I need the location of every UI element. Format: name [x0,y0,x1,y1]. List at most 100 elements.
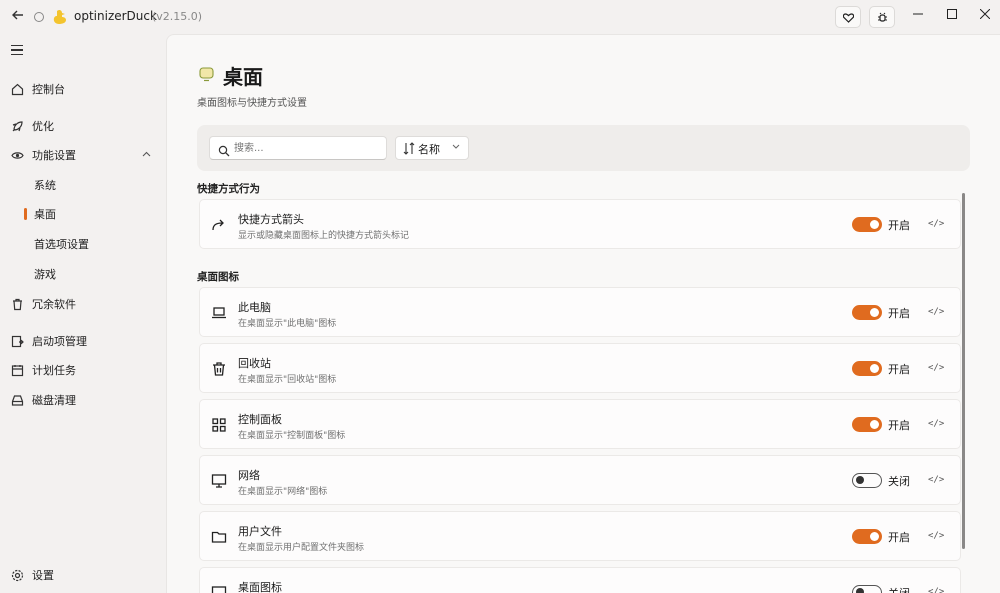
setting-description: 在桌面显示"此电脑"图标 [238,319,337,329]
code-icon[interactable]: </> [928,531,944,541]
maximize-button[interactable] [938,4,966,24]
sidebar-item-label: 冗余软件 [32,298,76,311]
duck-logo-icon [53,9,67,24]
toggle-switch[interactable] [852,473,882,488]
setting-card-desktop-icons: 桌面图标 关闭 </> [199,567,961,593]
chevron-down-icon [452,142,460,151]
chevron-up-icon[interactable] [142,150,151,160]
favorite-button[interactable] [835,6,861,28]
setting-title: 回收站 [238,357,271,370]
search-input[interactable] [234,140,382,156]
calendar-icon [11,364,24,377]
debug-button[interactable] [869,6,895,28]
sidebar-item-features[interactable]: 功能设置 [0,142,166,168]
page-title: 桌面 [223,65,263,89]
sort-icon [403,142,415,155]
refresh-icon[interactable] [34,12,44,22]
sidebar-item-label: 设置 [32,569,54,582]
disk-icon [11,394,24,407]
sidebar-item-bloatware[interactable]: 冗余软件 [0,291,166,317]
bug-icon [877,8,888,27]
eye-icon [11,149,24,162]
sidebar: 控制台 优化 功能设置 系统 桌面 首选项设置 游戏 冗余软件 启动项管理 计划… [0,34,166,593]
setting-title: 快捷方式箭头 [238,213,304,226]
sidebar-item-label: 功能设置 [32,149,76,162]
code-icon[interactable]: </> [928,307,944,317]
code-icon[interactable]: </> [928,219,944,229]
toggle-state-label: 开启 [888,219,910,232]
folder-icon [211,529,227,545]
sidebar-subitem-system[interactable]: 系统 [0,173,166,197]
setting-description: 在桌面显示"网络"图标 [238,487,328,497]
sidebar-item-label: 控制台 [32,83,65,96]
filter-toolbar: 名称 [197,125,970,171]
code-icon[interactable]: </> [928,475,944,485]
sidebar-item-label: 启动项管理 [32,335,87,348]
trash-icon [11,298,24,311]
code-icon[interactable]: </> [928,363,944,373]
setting-description: 在桌面显示"控制面板"图标 [238,431,346,441]
toggle-state-label: 开启 [888,363,910,376]
sort-label: 名称 [418,143,440,156]
sidebar-subitem-desktop[interactable]: 桌面 [0,202,166,226]
code-icon[interactable]: </> [928,419,944,429]
menu-icon[interactable] [11,45,23,55]
close-button[interactable] [971,4,999,24]
toggle-switch[interactable] [852,585,882,593]
redo-arrow-icon [211,217,227,233]
scrollbar[interactable] [962,193,965,549]
grid-icon [211,417,227,433]
monitor-icon [211,473,227,489]
setting-title: 用户文件 [238,525,282,538]
sidebar-subitem-label: 桌面 [34,208,56,221]
toggle-state-label: 关闭 [888,475,910,488]
title-bar: optinizerDuck (v2.15.0) [0,0,1000,34]
sidebar-subitem-label: 首选项设置 [34,238,89,251]
toggle-switch[interactable] [852,529,882,544]
toggle-switch[interactable] [852,417,882,432]
setting-title: 桌面图标 [238,581,282,593]
sidebar-subitem-preferences[interactable]: 首选项设置 [0,232,166,256]
rocket-icon [11,120,24,133]
setting-title: 此电脑 [238,301,271,314]
setting-description: 显示或隐藏桌面图标上的快捷方式箭头标记 [238,231,410,241]
search-icon [218,142,230,157]
setting-card-network: 网络 在桌面显示"网络"图标 关闭 </> [199,455,961,505]
toggle-switch[interactable] [852,361,882,376]
startup-icon [11,335,24,348]
sidebar-subitem-label: 游戏 [34,268,56,281]
sidebar-item-disk-cleanup[interactable]: 磁盘清理 [0,387,166,413]
sidebar-item-settings[interactable]: 设置 [0,562,166,588]
sidebar-item-label: 磁盘清理 [32,394,76,407]
selection-indicator [24,208,27,220]
app-version: (v2.15.0) [152,10,203,23]
minimize-button[interactable] [904,4,932,24]
sidebar-item-startup[interactable]: 启动项管理 [0,328,166,354]
setting-description: 在桌面显示"回收站"图标 [238,375,337,385]
setting-card-control-panel: 控制面板 在桌面显示"控制面板"图标 开启 </> [199,399,961,449]
setting-description: 在桌面显示用户配置文件夹图标 [238,543,365,553]
toggle-switch[interactable] [852,217,882,232]
back-arrow-icon[interactable] [9,8,27,26]
home-icon [11,83,24,96]
toggle-state-label: 开启 [888,419,910,432]
sort-dropdown[interactable]: 名称 [395,136,469,160]
setting-card-recycle-bin: 回收站 在桌面显示"回收站"图标 开启 </> [199,343,961,393]
toggle-state-label: 关闭 [888,585,910,593]
laptop-icon [211,305,227,321]
toggle-switch[interactable] [852,305,882,320]
sidebar-subitem-label: 系统 [34,179,56,192]
toggle-state-label: 开启 [888,307,910,320]
sidebar-subitem-games[interactable]: 游戏 [0,262,166,286]
sidebar-item-optimize[interactable]: 优化 [0,113,166,139]
sidebar-item-scheduled-tasks[interactable]: 计划任务 [0,357,166,383]
sidebar-item-dashboard[interactable]: 控制台 [0,76,166,102]
setting-card-this-pc: 此电脑 在桌面显示"此电脑"图标 开启 </> [199,287,961,337]
sidebar-item-label: 优化 [32,120,54,133]
gear-icon [11,569,24,582]
setting-card-user-files: 用户文件 在桌面显示用户配置文件夹图标 开启 </> [199,511,961,561]
recycle-bin-icon [211,361,227,377]
desktop-icon [211,585,227,593]
code-icon[interactable]: </> [928,587,944,593]
sidebar-item-label: 计划任务 [32,364,76,377]
